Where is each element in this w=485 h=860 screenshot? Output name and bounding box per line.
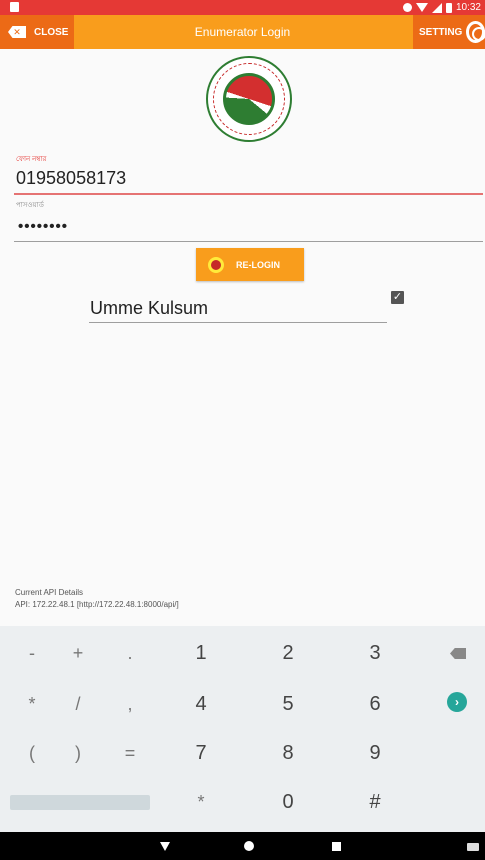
key-comma[interactable]: ,	[100, 684, 160, 724]
notification-icon	[10, 2, 19, 12]
status-icons: 10:32	[402, 1, 481, 14]
api-details-title: Current API Details	[15, 588, 84, 597]
back-icon[interactable]	[160, 842, 170, 851]
enumerator-login-screen: 10:32 ✕ CLOSE Enumerator Login SETTING ফ…	[0, 0, 485, 860]
keyboard-switch-icon[interactable]	[467, 843, 479, 851]
key-2[interactable]: 2	[258, 633, 318, 673]
remember-checkbox[interactable]: ✓	[391, 291, 404, 304]
key-6[interactable]: 6	[345, 684, 405, 724]
navigation-bar	[0, 832, 485, 860]
phone-label: ফোন নম্বার	[16, 156, 47, 163]
password-underline	[14, 241, 483, 242]
username-underline	[89, 322, 387, 323]
close-button[interactable]: ✕ CLOSE	[0, 15, 74, 49]
key-5[interactable]: 5	[258, 684, 318, 724]
key-9[interactable]: 9	[345, 733, 405, 773]
api-details-value: API: 172.22.48.1 [http://172.22.48.1:800…	[15, 600, 179, 609]
logo-ring	[213, 63, 285, 135]
key-plus[interactable]: +	[48, 633, 108, 673]
setting-label: SETTING	[419, 26, 463, 38]
key-slash[interactable]: /	[48, 684, 108, 724]
key-hash[interactable]: #	[345, 782, 405, 822]
key-0[interactable]: 0	[258, 782, 318, 822]
setting-button[interactable]: SETTING	[413, 15, 485, 49]
key-3[interactable]: 3	[345, 633, 405, 673]
key-1[interactable]: 1	[171, 633, 231, 673]
close-label: CLOSE	[34, 26, 69, 38]
go-next-icon[interactable]: ›	[447, 692, 467, 712]
key-equals[interactable]: =	[100, 733, 160, 773]
home-icon[interactable]	[244, 841, 254, 851]
key-8[interactable]: 8	[258, 733, 318, 773]
recents-icon[interactable]	[332, 842, 341, 851]
key-7[interactable]: 7	[171, 733, 231, 773]
space-key[interactable]	[10, 795, 150, 810]
key-period[interactable]: .	[100, 633, 160, 673]
password-input[interactable]: ••••••••	[18, 218, 68, 235]
password-label: পাসওয়ার্ড	[16, 202, 44, 209]
close-icon: ✕	[8, 26, 26, 38]
phone-underline	[14, 193, 483, 195]
flag-icon	[208, 256, 224, 273]
battery-icon	[445, 2, 452, 13]
toolbar: ✕ CLOSE Enumerator Login SETTING	[0, 15, 485, 49]
relogin-button[interactable]: RE-LOGIN	[196, 248, 304, 281]
gear-icon	[466, 21, 485, 43]
bbs-logo	[206, 56, 292, 142]
page-title: Enumerator Login	[194, 25, 291, 39]
status-time: 10:32	[455, 2, 481, 13]
key-4[interactable]: 4	[171, 684, 231, 724]
wifi-icon	[415, 3, 428, 12]
key-asterisk[interactable]: *	[171, 782, 231, 822]
key-close-paren[interactable]: )	[48, 733, 108, 773]
signal-icon	[431, 2, 442, 13]
username-field[interactable]: Umme Kulsum	[90, 298, 208, 319]
status-bar: 10:32	[0, 0, 485, 15]
relogin-label: RE-LOGIN	[236, 259, 280, 270]
dnd-icon	[402, 3, 412, 12]
phone-input[interactable]: 01958058173	[16, 168, 126, 189]
